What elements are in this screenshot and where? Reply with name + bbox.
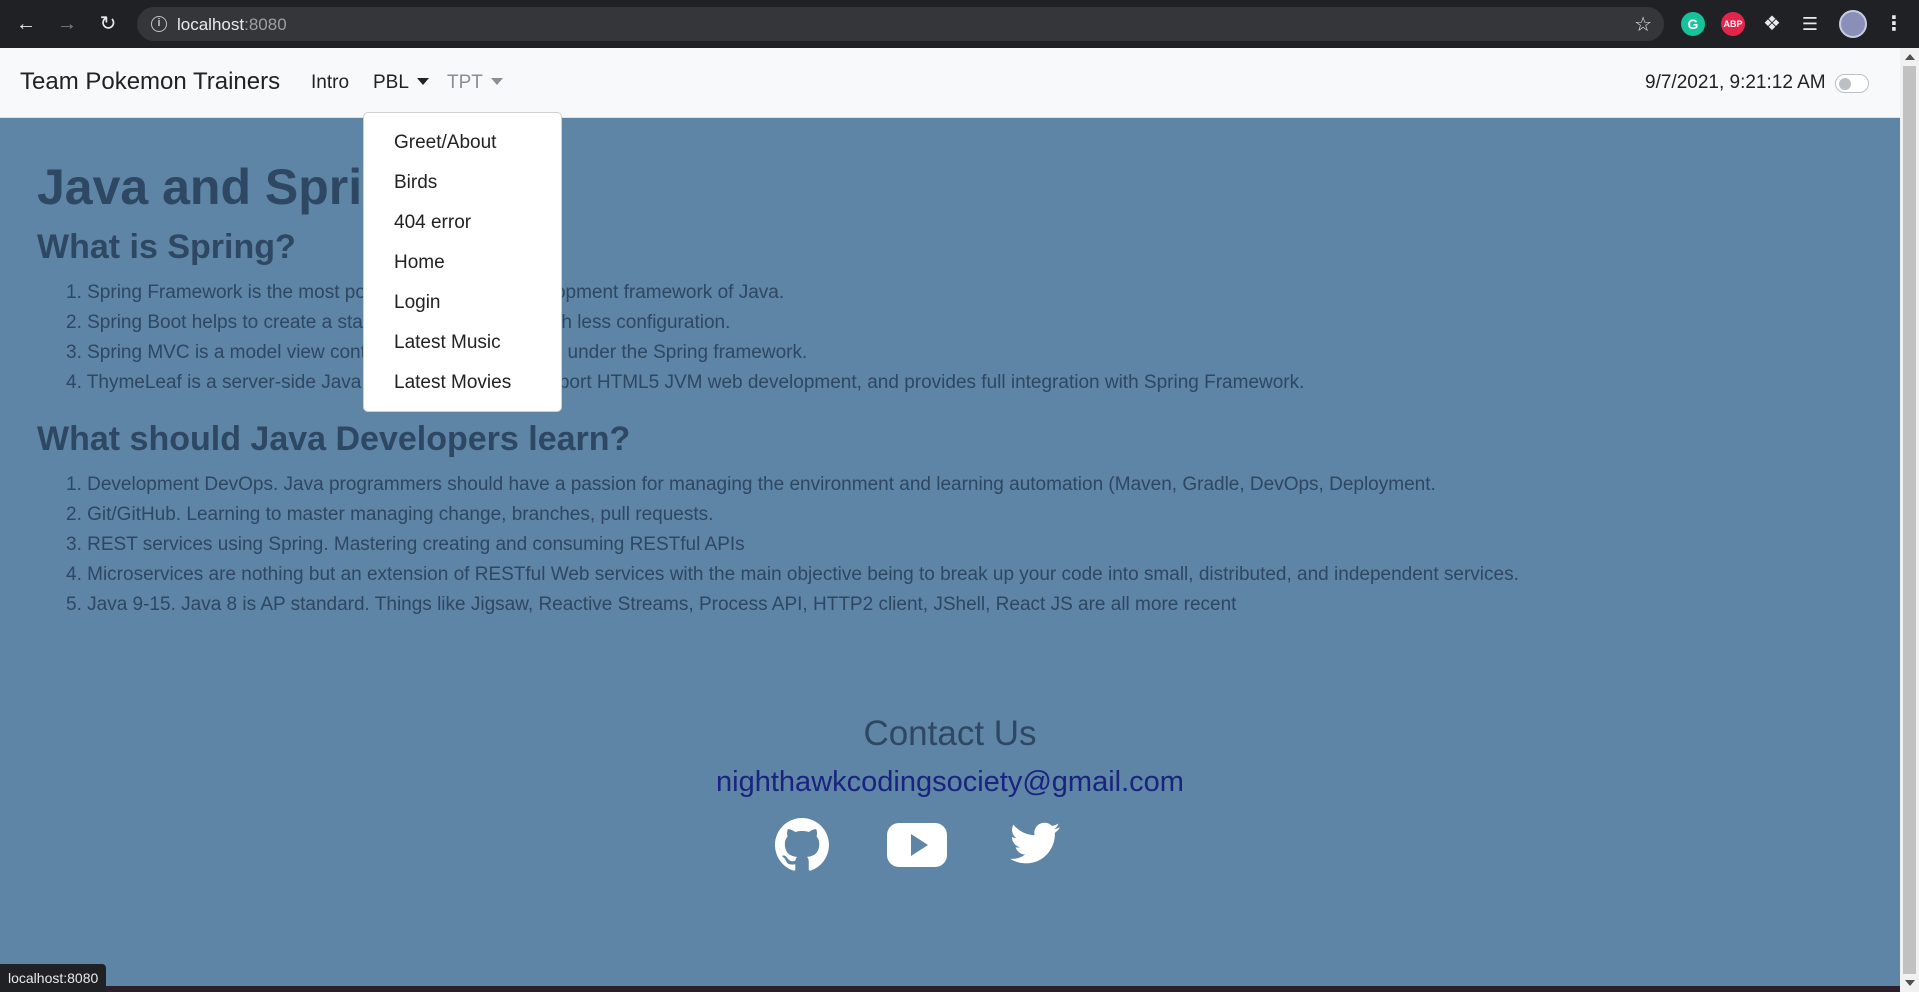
contact-email-link[interactable]: nighthawkcodingsociety@gmail.com bbox=[0, 766, 1900, 799]
nav-dropdown-pbl[interactable]: PBL bbox=[373, 72, 429, 94]
bookmark-star-icon[interactable]: ☆ bbox=[1634, 12, 1652, 37]
menu-item-greet-about[interactable]: Greet/About bbox=[364, 123, 561, 163]
list-item: 5. Java 9-15. Java 8 is AP standard. Thi… bbox=[66, 594, 1237, 615]
list-item: 1. Development DevOps. Java programmers … bbox=[66, 474, 1436, 495]
list-item: 2. Git/GitHub. Learning to master managi… bbox=[66, 504, 714, 525]
pbl-dropdown-menu: Greet/About Birds 404 error Home Login L… bbox=[363, 112, 562, 412]
contact-heading: Contact Us bbox=[863, 714, 1037, 753]
menu-item-404-error[interactable]: 404 error bbox=[364, 203, 561, 243]
forward-icon[interactable]: → bbox=[53, 10, 81, 38]
menu-item-birds[interactable]: Birds bbox=[364, 163, 561, 203]
site-navbar: Team Pokemon Trainers Intro PBL TPT 9/7/… bbox=[0, 48, 1900, 118]
browser-toolbar: ← → ↻ i localhost:8080 ☆ G ABP ❖ ☰ ⋮ bbox=[0, 0, 1919, 48]
scroll-up-arrow-icon[interactable] bbox=[1905, 54, 1915, 60]
grammarly-icon[interactable]: G bbox=[1681, 12, 1705, 36]
kebab-menu-icon[interactable]: ⋮ bbox=[1882, 12, 1906, 36]
toggle-knob bbox=[1839, 77, 1851, 90]
link-status-bubble: localhost:8080 bbox=[0, 964, 107, 992]
menu-item-latest-movies[interactable]: Latest Movies bbox=[364, 363, 561, 403]
navbar-brand[interactable]: Team Pokemon Trainers bbox=[20, 68, 280, 96]
nav-link-intro[interactable]: Intro bbox=[311, 72, 349, 94]
address-url[interactable]: localhost:8080 bbox=[177, 15, 287, 35]
scrollbar-thumb[interactable] bbox=[1903, 66, 1916, 974]
twitter-icon[interactable] bbox=[1007, 818, 1063, 873]
caret-down-icon bbox=[416, 78, 429, 85]
main-content: Java and Spring What is Spring? 1. Sprin… bbox=[0, 118, 1900, 992]
menu-item-home[interactable]: Home bbox=[364, 243, 561, 283]
list-item: 3. Spring MVC is a model view controller… bbox=[66, 342, 808, 363]
list-item: 2. Spring Boot helps to create a stand-a… bbox=[66, 312, 731, 333]
list-item: 4. ThymeLeaf is a server-side Java templ… bbox=[66, 372, 1305, 393]
nav-pbl-label: PBL bbox=[373, 72, 409, 93]
youtube-icon[interactable] bbox=[886, 818, 948, 877]
list-item: 4. Microservices are nothing but an exte… bbox=[66, 564, 1519, 585]
java-devs-list: 1. Development DevOps. Java programmers … bbox=[66, 470, 1519, 620]
github-icon[interactable] bbox=[775, 818, 829, 877]
scroll-down-arrow-icon[interactable] bbox=[1905, 980, 1915, 986]
extensions-puzzle-icon[interactable]: ❖ bbox=[1760, 12, 1784, 36]
desktop-strip bbox=[0, 986, 1900, 992]
section-heading-spring: What is Spring? bbox=[37, 228, 296, 266]
adblock-plus-icon[interactable]: ABP bbox=[1721, 12, 1745, 36]
menu-item-login[interactable]: Login bbox=[364, 283, 561, 323]
nav-dropdown-tpt[interactable]: TPT bbox=[447, 72, 503, 94]
current-datetime: 9/7/2021, 9:21:12 AM bbox=[1645, 72, 1826, 93]
address-bar[interactable]: i localhost:8080 ☆ bbox=[137, 7, 1664, 41]
spring-list: 1. Spring Framework is the most popular … bbox=[66, 278, 1304, 398]
menu-item-latest-music[interactable]: Latest Music bbox=[364, 323, 561, 363]
nav-tpt-label: TPT bbox=[447, 72, 483, 93]
page-scrollbar[interactable] bbox=[1900, 48, 1919, 992]
reading-list-icon[interactable]: ☰ bbox=[1798, 12, 1822, 36]
profile-avatar[interactable] bbox=[1839, 10, 1867, 38]
list-item: 1. Spring Framework is the most popular … bbox=[66, 282, 785, 303]
list-item: 3. REST services using Spring. Mastering… bbox=[66, 534, 745, 555]
site-info-icon[interactable]: i bbox=[151, 16, 167, 32]
caret-down-icon bbox=[490, 78, 503, 85]
section-heading-java-devs: What should Java Developers learn? bbox=[37, 420, 631, 458]
theme-toggle-switch[interactable] bbox=[1835, 74, 1869, 93]
reload-icon[interactable]: ↻ bbox=[94, 10, 122, 38]
back-icon[interactable]: ← bbox=[12, 10, 40, 38]
